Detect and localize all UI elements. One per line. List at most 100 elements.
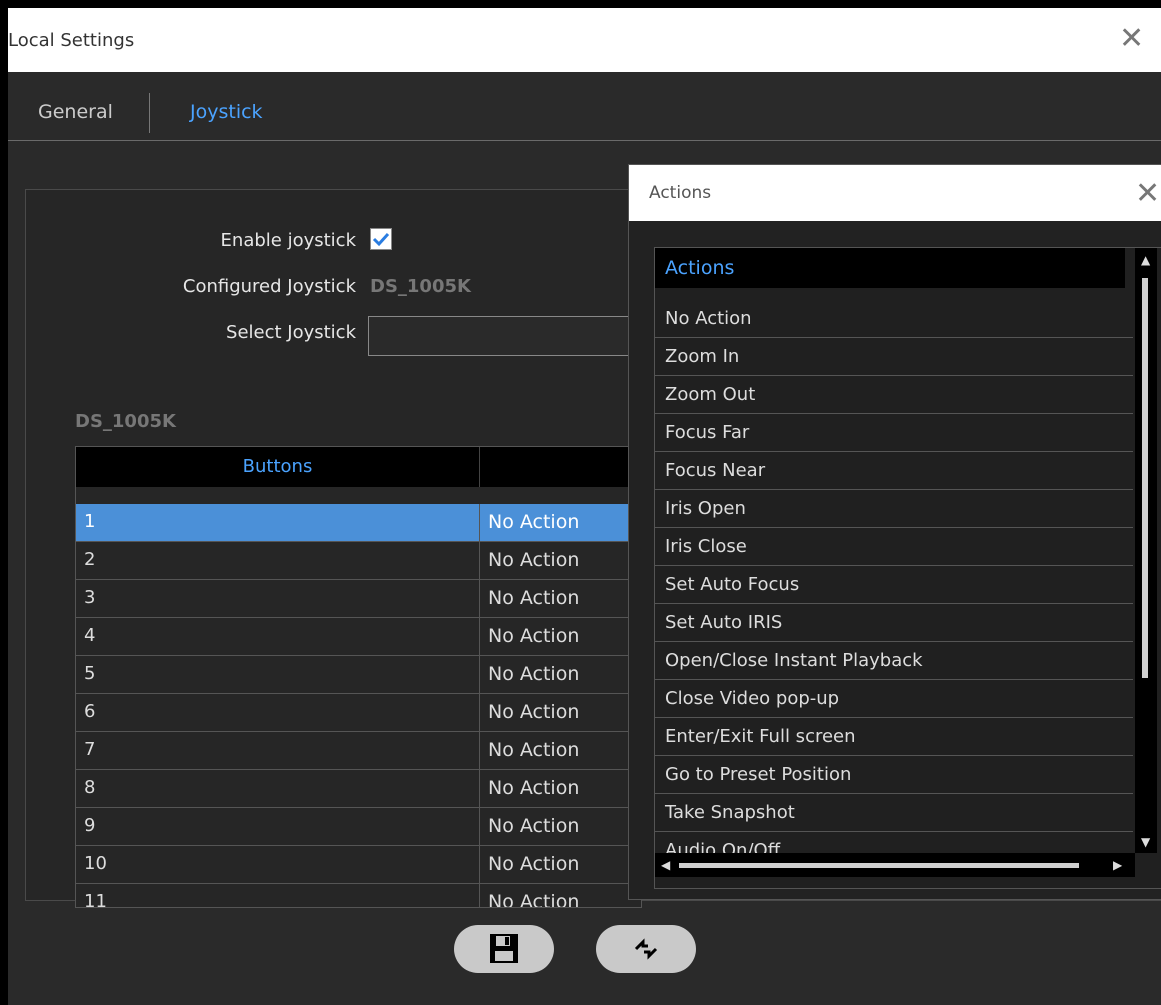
action-item[interactable]: Zoom In xyxy=(655,338,1133,376)
column-divider xyxy=(479,846,480,883)
horizontal-scroll-thumb[interactable] xyxy=(679,863,1079,868)
action-item[interactable]: Focus Far xyxy=(655,414,1133,452)
table-row[interactable]: 2 No Action xyxy=(76,542,641,580)
button-number: 3 xyxy=(84,587,96,608)
table-row[interactable]: 11 No Action xyxy=(76,884,641,908)
column-divider xyxy=(479,542,480,579)
column-divider xyxy=(479,732,480,769)
horizontal-scrollbar[interactable]: ◀ ▶ xyxy=(655,853,1135,877)
table-row[interactable]: 4 No Action xyxy=(76,618,641,656)
action-item-label: Open/Close Instant Playback xyxy=(665,650,923,671)
button-action: No Action xyxy=(488,739,580,761)
action-item-label: Set Auto IRIS xyxy=(665,612,783,633)
title-bar: Local Settings ✕ xyxy=(8,8,1161,72)
tab-joystick[interactable]: Joystick xyxy=(190,101,263,123)
table-row[interactable]: 8 No Action xyxy=(76,770,641,808)
swap-arrows-icon xyxy=(634,938,658,960)
button-action: No Action xyxy=(488,511,580,533)
button-number: 10 xyxy=(84,853,107,874)
button-number: 6 xyxy=(84,701,96,722)
action-item-label: Close Video pop-up xyxy=(665,688,840,709)
action-item-label: Iris Close xyxy=(665,536,747,557)
action-item[interactable]: Iris Close xyxy=(655,528,1133,566)
action-item[interactable]: Open/Close Instant Playback xyxy=(655,642,1133,680)
configured-joystick-label: Configured Joystick xyxy=(182,276,356,297)
column-divider xyxy=(479,808,480,845)
button-number: 9 xyxy=(84,815,96,836)
scroll-down-arrow-icon[interactable]: ▼ xyxy=(1141,836,1150,848)
table-row[interactable]: 1 No Action xyxy=(76,504,641,542)
action-item[interactable]: Enter/Exit Full screen xyxy=(655,718,1133,756)
action-item[interactable]: Focus Near xyxy=(655,452,1133,490)
action-item-label: Zoom In xyxy=(665,346,740,367)
table-row[interactable]: 10 No Action xyxy=(76,846,641,884)
vertical-scroll-thumb[interactable] xyxy=(1142,278,1148,678)
action-item[interactable]: Set Auto Focus xyxy=(655,566,1133,604)
actions-list: Actions No Action Zoom In Zoom Out Focus Fa… xyxy=(654,247,1161,889)
enable-joystick-label: Enable joystick xyxy=(220,230,356,251)
actions-list-header-label: Actions xyxy=(665,257,735,279)
button-number: 11 xyxy=(84,891,107,908)
column-divider xyxy=(479,618,480,655)
scroll-up-arrow-icon[interactable]: ▲ xyxy=(1141,254,1150,266)
select-joystick-label: Select Joystick xyxy=(226,322,356,343)
device-name-heading: DS_1005K xyxy=(75,411,176,432)
actions-popup-close-icon[interactable]: ✕ xyxy=(1135,179,1160,209)
tab-bar: General Joystick xyxy=(8,72,1161,141)
enable-joystick-checkbox[interactable] xyxy=(370,228,392,250)
action-item-label: Focus Near xyxy=(665,460,766,481)
button-action: No Action xyxy=(488,663,580,685)
action-item[interactable]: Go to Preset Position xyxy=(655,756,1133,794)
action-item[interactable]: No Action xyxy=(655,300,1133,338)
close-icon[interactable]: ✕ xyxy=(1119,24,1144,54)
action-item-label: Enter/Exit Full screen xyxy=(665,726,856,747)
button-action: No Action xyxy=(488,701,580,723)
actions-popup-title: Actions xyxy=(649,183,712,203)
actions-popup: Actions ✕ Actions No Action Zoom In Zoom O… xyxy=(628,164,1161,900)
button-number: 8 xyxy=(84,777,96,798)
action-item-label: Iris Open xyxy=(665,498,746,519)
vertical-scrollbar[interactable]: ▲ ▼ xyxy=(1135,248,1157,853)
table-row[interactable]: 5 No Action xyxy=(76,656,641,694)
table-row[interactable]: 3 No Action xyxy=(76,580,641,618)
configured-joystick-value: DS_1005K xyxy=(370,276,471,297)
buttons-column-header[interactable]: Buttons xyxy=(76,447,479,487)
button-action: No Action xyxy=(488,891,580,908)
action-item[interactable]: Zoom Out xyxy=(655,376,1133,414)
column-divider xyxy=(479,884,480,907)
table-row[interactable]: 9 No Action xyxy=(76,808,641,846)
column-divider xyxy=(479,580,480,617)
button-action: No Action xyxy=(488,853,580,875)
column-divider xyxy=(479,447,480,487)
button-number: 1 xyxy=(84,511,96,532)
table-row[interactable]: 6 No Action xyxy=(76,694,641,732)
tab-general[interactable]: General xyxy=(38,101,113,123)
button-action: No Action xyxy=(488,625,580,647)
actions-list-header: Actions xyxy=(655,248,1125,288)
scroll-right-arrow-icon[interactable]: ▶ xyxy=(1113,859,1122,871)
action-item[interactable]: Close Video pop-up xyxy=(655,680,1133,718)
buttons-grid: Buttons 1 No Action 2 No Action 3 No Action 4 N… xyxy=(75,446,642,908)
scroll-left-arrow-icon[interactable]: ◀ xyxy=(661,859,670,871)
button-action: No Action xyxy=(488,549,580,571)
reset-button[interactable] xyxy=(596,925,696,973)
button-number: 2 xyxy=(84,549,96,570)
action-item-label: Zoom Out xyxy=(665,384,756,405)
action-item-label: Set Auto Focus xyxy=(665,574,800,595)
table-row[interactable]: 7 No Action xyxy=(76,732,641,770)
column-divider xyxy=(479,694,480,731)
save-button[interactable] xyxy=(454,925,554,973)
action-item[interactable]: Take Snapshot xyxy=(655,794,1133,832)
button-number: 7 xyxy=(84,739,96,760)
action-item[interactable]: Iris Open xyxy=(655,490,1133,528)
grid-header: Buttons xyxy=(76,447,641,487)
button-action: No Action xyxy=(488,815,580,837)
local-settings-window: Local Settings ✕ General Joystick Enable… xyxy=(8,8,1161,1005)
column-divider xyxy=(479,770,480,807)
action-item[interactable]: Set Auto IRIS xyxy=(655,604,1133,642)
action-item-label: Take Snapshot xyxy=(665,802,795,823)
tab-separator xyxy=(149,93,150,133)
action-item-label: Focus Far xyxy=(665,422,750,443)
action-item-label: Go to Preset Position xyxy=(665,764,852,785)
select-joystick-dropdown[interactable] xyxy=(368,316,638,356)
